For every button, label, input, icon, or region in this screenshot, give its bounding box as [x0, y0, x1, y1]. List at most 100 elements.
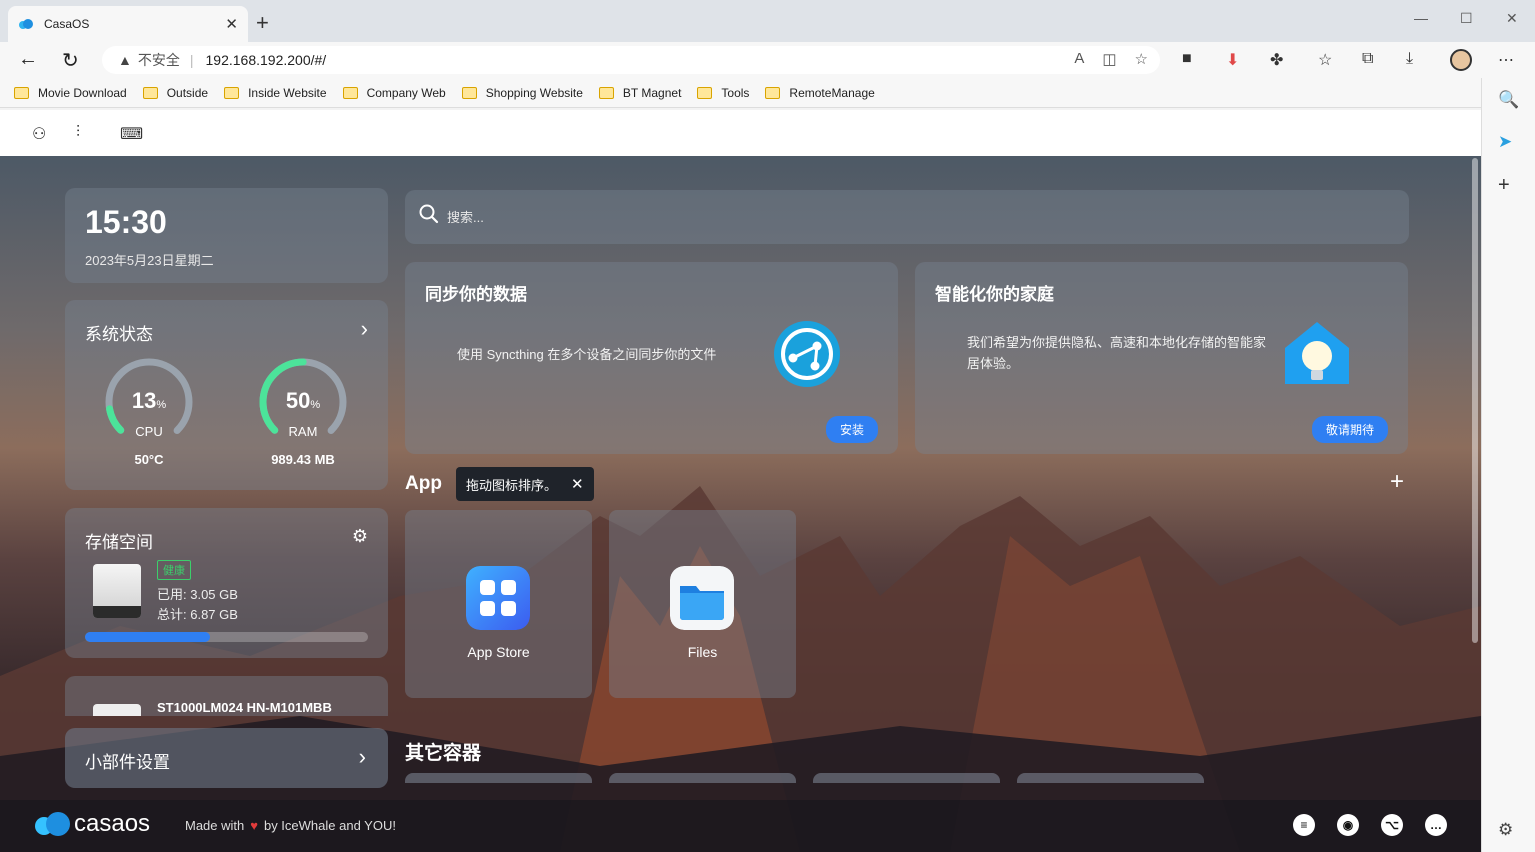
folder-icon: [765, 86, 781, 99]
apps-section-title: App: [405, 473, 442, 494]
download-ext-icon[interactable]: ⬇: [1226, 50, 1239, 70]
clock-widget: 15:30 2023年5月23日星期二: [65, 188, 388, 283]
ram-value: 50%: [285, 388, 321, 413]
syncthing-icon: [774, 321, 840, 387]
cpu-value: 13%: [131, 388, 167, 413]
close-window-icon[interactable]: ✕: [1506, 10, 1518, 27]
clock-time: 15:30: [85, 204, 167, 240]
bookmarks-bar: Movie Download Outside Inside Website Co…: [0, 78, 1535, 108]
downloads-icon[interactable]: ⤓: [1406, 50, 1413, 68]
terminal-icon[interactable]: ⌨: [120, 124, 143, 144]
smart-home-bulb-icon: [1285, 322, 1349, 384]
extensions-icon[interactable]: ✤: [1270, 50, 1283, 70]
omnibox[interactable]: ▲ 不安全 | 192.168.192.200/#/ A ◫ ☆: [102, 46, 1160, 74]
system-status-title: 系统状态: [85, 325, 153, 344]
health-badge: 健康: [157, 560, 191, 580]
url-text: 192.168.192.200/#/: [205, 52, 327, 68]
folder-icon: [142, 86, 158, 99]
folder-icon: [224, 86, 240, 99]
other-containers-title: 其它容器: [405, 743, 482, 764]
promo-title: 智能化你的家庭: [935, 285, 1054, 304]
chat-icon[interactable]: …: [1425, 814, 1447, 836]
disk-icon: [93, 564, 141, 618]
clock-date: 2023年5月23日星期二: [85, 253, 214, 268]
chevron-right-icon: ›: [358, 744, 366, 769]
promo-description: 使用 Syncthing 在多个设备之间同步你的文件: [457, 347, 717, 362]
extension-icon[interactable]: ■: [1182, 50, 1192, 68]
app-tile-app-store[interactable]: App Store: [405, 510, 592, 698]
container-card[interactable]: [1017, 773, 1204, 783]
close-icon[interactable]: ✕: [571, 475, 584, 493]
coming-soon-button[interactable]: 敬请期待: [1311, 416, 1388, 443]
app-tile-files[interactable]: Files: [609, 510, 796, 698]
favorites-icon[interactable]: ☆: [1318, 50, 1332, 70]
ram-gauge: 50% RAM 989.43 MB: [257, 356, 349, 467]
bookmark-item[interactable]: Shopping Website: [461, 86, 583, 100]
folder-icon: [598, 86, 614, 99]
maximize-icon[interactable]: ☐: [1460, 10, 1473, 27]
disk-icon: [93, 704, 141, 716]
casaos-logo: casaos: [32, 810, 150, 838]
address-bar-row: ← ↻ ▲ 不安全 | 192.168.192.200/#/ A ◫ ☆ ■ ⬇…: [0, 42, 1535, 78]
bookmark-item[interactable]: Company Web: [342, 86, 446, 100]
cpu-label: CPU: [135, 424, 163, 439]
discord-icon[interactable]: ◉: [1337, 814, 1359, 836]
reload-icon[interactable]: ↻: [62, 48, 79, 73]
heart-icon: ♥: [250, 818, 258, 833]
more-menu-icon[interactable]: ⋯: [1498, 50, 1514, 70]
container-card[interactable]: [813, 773, 1000, 783]
storage-progress-bar: [85, 632, 368, 642]
browser-tab[interactable]: CasaOS ✕: [8, 6, 248, 42]
cpu-gauge: 13% CPU 50°C: [103, 356, 195, 467]
telegram-icon[interactable]: ➤: [1498, 132, 1512, 152]
sidebar-settings-icon[interactable]: ⚙: [1498, 820, 1513, 840]
scrollbar-thumb[interactable]: [1472, 158, 1478, 643]
bookmark-item[interactable]: Movie Download: [14, 86, 127, 100]
user-icon[interactable]: ⚇: [32, 124, 46, 144]
container-card[interactable]: [405, 773, 592, 783]
disk-item[interactable]: ST1000LM024 HN-M101MBB: [65, 676, 388, 716]
storage-title: 存储空间: [85, 533, 153, 552]
feedback-icon[interactable]: ≡: [1293, 814, 1315, 836]
tab-title: CasaOS: [44, 17, 90, 31]
favorite-add-icon[interactable]: ☆: [1135, 50, 1148, 68]
insecure-label: 不安全: [137, 52, 180, 68]
warning-icon: ▲: [118, 52, 132, 68]
back-icon[interactable]: ←: [18, 48, 38, 71]
bookmark-item[interactable]: Outside: [142, 86, 208, 100]
add-sidebar-icon[interactable]: +: [1498, 174, 1510, 197]
tab-close-icon[interactable]: ✕: [225, 15, 238, 33]
search-input[interactable]: [447, 204, 1347, 230]
new-tab-icon[interactable]: +: [256, 10, 269, 36]
settings-sliders-icon[interactable]: ⫶: [76, 124, 80, 142]
logo-text: casaos: [74, 810, 151, 837]
made-with-text: Made with ♥ by IceWhale and YOU!: [185, 818, 396, 833]
minimize-icon[interactable]: —: [1414, 10, 1428, 26]
profile-avatar[interactable]: [1450, 49, 1472, 71]
bookmark-item[interactable]: Inside Website: [224, 86, 327, 100]
add-app-icon[interactable]: +: [1390, 468, 1404, 496]
split-screen-icon[interactable]: ◫: [1102, 50, 1116, 68]
bookmark-item[interactable]: RemoteManage: [765, 86, 875, 100]
storage-total: 总计: 6.87 GB: [157, 607, 238, 622]
install-button[interactable]: 安装: [825, 416, 878, 443]
casaos-logo-icon: [35, 812, 70, 836]
footer: casaos Made with ♥ by IceWhale and YOU! ≡ …: [0, 800, 1481, 852]
bookmark-item[interactable]: BT Magnet: [598, 86, 681, 100]
disk-name: ST1000LM024 HN-M101MBB: [157, 700, 332, 715]
container-card[interactable]: [609, 773, 796, 783]
search-sidebar-icon[interactable]: 🔍: [1498, 90, 1519, 110]
search-bar: [405, 190, 1409, 244]
github-icon[interactable]: ⌥: [1381, 814, 1403, 836]
widget-settings-button[interactable]: 小部件设置 ›: [65, 728, 388, 788]
omnibox-separator: |: [189, 52, 194, 68]
folder-icon: [14, 86, 29, 99]
promo-description: 我们希望为你提供隐私、高速和本地化存储的智能家居体验。: [967, 335, 1267, 371]
app-name: App Store: [467, 644, 530, 660]
gear-icon[interactable]: ⚙: [352, 526, 368, 547]
chevron-right-icon[interactable]: ›: [361, 316, 368, 342]
collections-icon[interactable]: ⧉: [1362, 50, 1373, 68]
page-scrollbar[interactable]: [1470, 156, 1480, 852]
bookmark-item[interactable]: Tools: [697, 86, 749, 100]
read-aloud-icon[interactable]: A: [1074, 50, 1084, 68]
